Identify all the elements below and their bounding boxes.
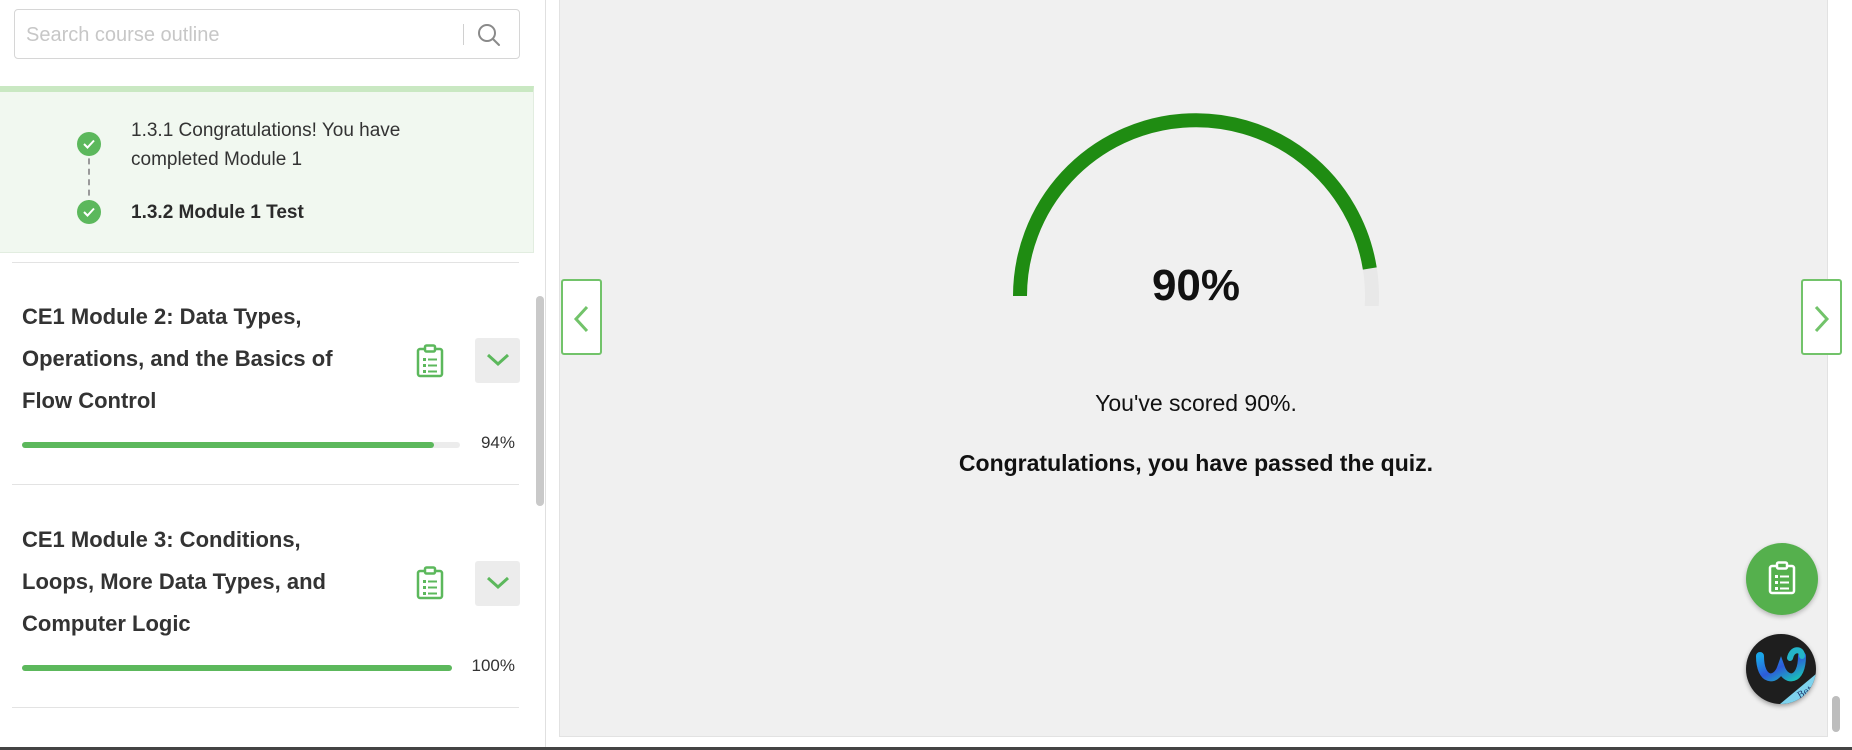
pass-message: Congratulations, you have passed the qui…: [958, 450, 1434, 476]
chevron-down-icon: [486, 576, 510, 590]
expand-button[interactable]: [475, 561, 520, 606]
lesson-connector: [88, 148, 90, 206]
webex-assistant-icon: Beta: [1756, 647, 1816, 704]
course-outline-sidebar: 1.3.1 Congratulations! You have complete…: [0, 0, 545, 750]
clipboard-list-icon: [1768, 561, 1796, 595]
search-box: [14, 9, 520, 60]
module-title[interactable]: CE1 Module 3: Conditions, Loops, More Da…: [22, 519, 372, 645]
lesson-item-1-3-1[interactable]: 1.3.1 Congratulations! You have complete…: [131, 116, 491, 174]
progress-percent: 100%: [471, 656, 515, 675]
score-message: You've scored 90%.: [1095, 390, 1297, 416]
chevron-left-icon: [573, 305, 589, 333]
lesson-item-1-3-2[interactable]: 1.3.2 Module 1 Test: [131, 198, 491, 227]
main-scrollbar[interactable]: [1832, 696, 1840, 732]
divider: [12, 707, 519, 708]
assistant-button[interactable]: Beta: [1746, 634, 1816, 704]
search-input[interactable]: [24, 10, 468, 60]
progress-bar: [22, 442, 460, 448]
divider: [12, 262, 519, 263]
progress-bar: [22, 665, 452, 671]
sidebar-scrollbar[interactable]: [536, 296, 544, 506]
progress-percent: 94%: [480, 433, 515, 452]
clipboard-list-icon[interactable]: [416, 566, 444, 600]
check-circle-icon: [77, 200, 101, 224]
expand-button[interactable]: [475, 338, 520, 383]
clipboard-list-icon[interactable]: [416, 344, 444, 378]
score-value: 90%: [1151, 261, 1241, 310]
progress-fill: [22, 665, 452, 671]
next-button[interactable]: [1801, 279, 1842, 355]
previous-button[interactable]: [561, 279, 602, 355]
sidebar-border: [545, 0, 546, 750]
chevron-down-icon: [486, 353, 510, 367]
module-title[interactable]: CE1 Module 2: Data Types, Operations, an…: [22, 296, 372, 422]
search-icon: [478, 24, 500, 46]
divider: [12, 484, 519, 485]
search-separator: [463, 24, 464, 45]
chevron-right-icon: [1814, 305, 1830, 333]
check-circle-icon: [77, 132, 101, 156]
module-2[interactable]: CE1 Module 2: Data Types, Operations, an…: [0, 296, 533, 496]
module-3[interactable]: CE1 Module 3: Conditions, Loops, More Da…: [0, 519, 533, 719]
search-button[interactable]: [475, 21, 503, 49]
progress-fill: [22, 442, 434, 448]
quiz-resource-button[interactable]: [1746, 543, 1818, 615]
lesson-list: 1.3.1 Congratulations! You have complete…: [0, 86, 534, 253]
